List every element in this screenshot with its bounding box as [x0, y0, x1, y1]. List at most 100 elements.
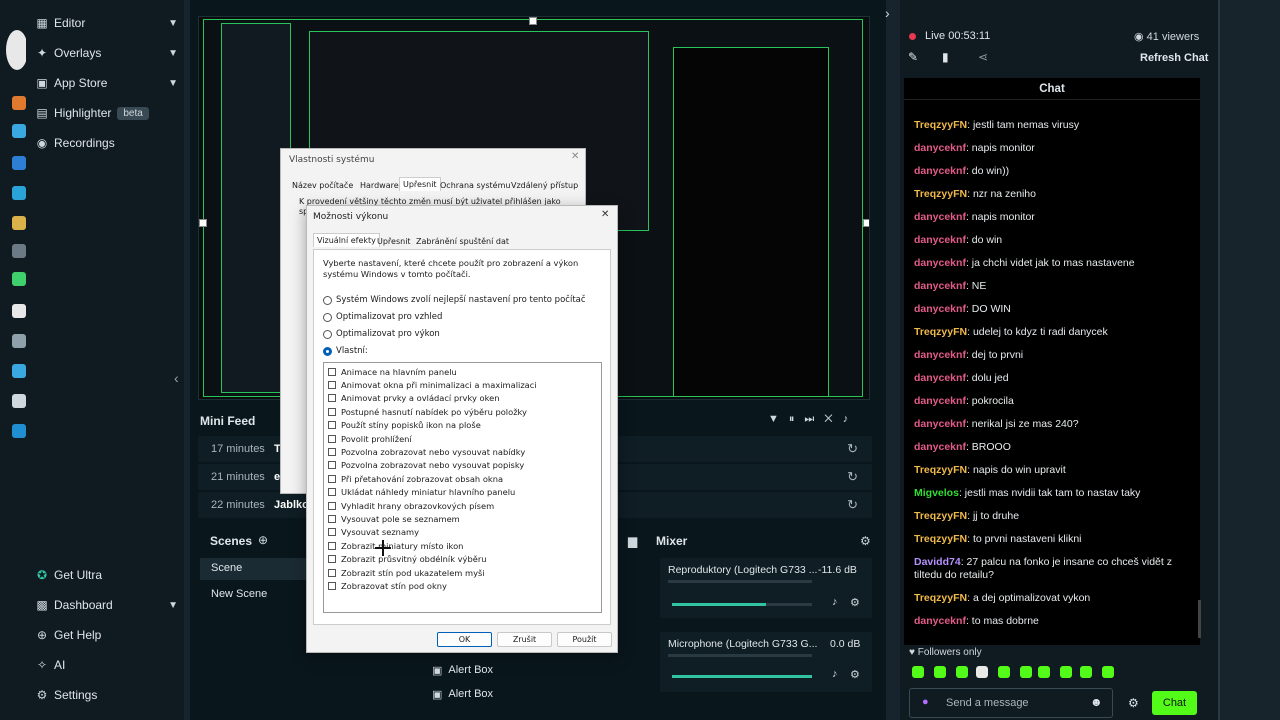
mute-icon[interactable]: ♪: [832, 668, 838, 680]
sidebar-item-overlays[interactable]: ✦ Overlays ▼: [34, 42, 178, 64]
circle-icon[interactable]: [12, 304, 26, 318]
bluetooth-icon[interactable]: [12, 156, 26, 170]
sidebar-item-get-ultra[interactable]: ✪ Get Ultra: [34, 564, 178, 586]
effect-checkbox[interactable]: Animace na hlavním panelu: [324, 365, 601, 378]
radio-button-selected[interactable]: [323, 346, 332, 356]
resize-handle[interactable]: [863, 219, 869, 227]
effect-checkbox[interactable]: Animovat okna při minimalizaci a maximal…: [324, 378, 601, 391]
sidebar-item-ai[interactable]: ✧ AI: [34, 654, 178, 676]
chat-username[interactable]: danyceknf: [914, 142, 966, 154]
star-icon[interactable]: [12, 364, 26, 378]
effect-checkbox[interactable]: Vyhladit hrany obrazovkových písem: [324, 499, 601, 512]
chat-settings-icon[interactable]: ⚙: [1128, 696, 1139, 710]
shield-icon[interactable]: [12, 394, 26, 408]
leaf-icon[interactable]: [12, 272, 26, 286]
emote-icon[interactable]: [1102, 666, 1114, 678]
sidebar-item-recordings[interactable]: ◉ Recordings: [34, 132, 178, 154]
sidebar-item-get-help[interactable]: ⊕ Get Help: [34, 624, 178, 646]
tab-remote[interactable]: Vzdálený přístup: [508, 179, 581, 192]
resize-handle[interactable]: [199, 219, 207, 227]
clipboard-icon[interactable]: ▮: [942, 50, 949, 64]
checkbox[interactable]: [328, 581, 336, 590]
chat-username[interactable]: danyceknf: [914, 280, 966, 292]
emote-icon[interactable]: [1080, 666, 1092, 678]
replay-icon[interactable]: ↻: [847, 497, 858, 513]
filter-icon[interactable]: ▼: [768, 413, 789, 425]
home-icon[interactable]: [12, 96, 26, 110]
avatar[interactable]: [6, 30, 28, 70]
checkbox[interactable]: [328, 541, 336, 550]
chat-username[interactable]: TreqzyyFN: [914, 188, 967, 200]
tab-dep[interactable]: Zabránění spuštění dat: [413, 235, 512, 248]
mute-alerts-icon[interactable]: ✕: [824, 413, 842, 425]
sidebar-item-app-store[interactable]: ▣ App Store ▼: [34, 72, 178, 94]
source-item[interactable]: ▣ Alert Box: [432, 684, 632, 704]
edit-icon[interactable]: ✎: [908, 50, 918, 64]
cancel-button[interactable]: Zrušit: [497, 632, 552, 647]
chat-username[interactable]: TreqzyyFN: [914, 119, 967, 131]
close-icon[interactable]: ✕: [601, 209, 609, 220]
chat-username[interactable]: danyceknf: [914, 418, 966, 430]
sidebar-item-dashboard[interactable]: ▩ Dashboard ▼: [34, 594, 178, 616]
checkbox[interactable]: [328, 407, 336, 416]
expand-right-icon[interactable]: ›: [885, 5, 890, 21]
checkbox[interactable]: [328, 461, 336, 470]
checkbox[interactable]: [328, 568, 336, 577]
emote-icon[interactable]: [1038, 666, 1050, 678]
send-icon[interactable]: [12, 186, 26, 200]
checkbox[interactable]: [328, 434, 336, 443]
replay-icon[interactable]: ↻: [847, 469, 858, 485]
emote-icon[interactable]: [1060, 666, 1072, 678]
checkbox[interactable]: [328, 394, 336, 403]
radio-custom[interactable]: Vlastní:: [323, 346, 368, 356]
source-item[interactable]: ▣ Alert Box: [432, 660, 632, 680]
grid-icon[interactable]: [12, 244, 26, 258]
tab-advanced[interactable]: Upřesnit: [399, 177, 441, 191]
effect-checkbox[interactable]: Použít stíny popisků ikon na ploše: [324, 419, 601, 432]
chat-username[interactable]: danyceknf: [914, 372, 966, 384]
dots-icon[interactable]: [12, 334, 26, 348]
radio-button[interactable]: [323, 329, 332, 339]
effect-checkbox[interactable]: Zobrazovat stín pod okny: [324, 579, 601, 592]
tab-hardware[interactable]: Hardware: [357, 179, 402, 192]
chat-username[interactable]: TreqzyyFN: [914, 326, 967, 338]
effect-checkbox[interactable]: Zobrazit průsvitný obdélník výběru: [324, 552, 601, 565]
effect-checkbox[interactable]: Vysouvat pole se seznamem: [324, 512, 601, 525]
chat-input[interactable]: ● Send a message ☻: [909, 688, 1113, 718]
chat-username[interactable]: danyceknf: [914, 165, 966, 177]
channel-gear-icon[interactable]: ⚙: [850, 668, 860, 681]
checkbox[interactable]: [328, 421, 336, 430]
chat-username[interactable]: danyceknf: [914, 441, 966, 453]
radio-windows-choose[interactable]: Systém Windows zvolí nejlepší nastavení …: [323, 295, 586, 305]
effect-checkbox[interactable]: Zobrazit miniatury místo ikon: [324, 539, 601, 552]
volume-slider[interactable]: [672, 675, 812, 678]
effect-checkbox[interactable]: Pozvolna zobrazovat nebo vysouvat nabídk…: [324, 445, 601, 458]
apply-button[interactable]: Použít: [557, 632, 612, 647]
folder-icon[interactable]: ▆: [628, 534, 637, 548]
effect-checkbox[interactable]: Zobrazit stín pod ukazatelem myši: [324, 566, 601, 579]
checkbox[interactable]: [328, 514, 336, 523]
volume-slider[interactable]: [672, 603, 812, 606]
chat-username[interactable]: Migvelos: [914, 487, 959, 499]
effect-checkbox[interactable]: Vysouvat seznamy: [324, 526, 601, 539]
resize-handle[interactable]: [529, 17, 537, 25]
collapse-left-icon[interactable]: ‹: [174, 370, 179, 386]
tab-computer-name[interactable]: Název počítače: [289, 179, 356, 192]
tab-system-protection[interactable]: Ochrana systému: [437, 179, 513, 192]
chat-send-button[interactable]: Chat: [1152, 691, 1197, 715]
checkbox[interactable]: [328, 528, 336, 537]
chat-username[interactable]: TreqzyyFN: [914, 533, 967, 545]
emote-icon[interactable]: [956, 666, 968, 678]
ok-button[interactable]: OK: [437, 632, 492, 647]
emoji-icon[interactable]: ☻: [1090, 695, 1103, 709]
effect-checkbox[interactable]: Postupné hasnutí nabídek po výběru polož…: [324, 405, 601, 418]
checkbox[interactable]: [328, 448, 336, 457]
pen-icon[interactable]: [12, 216, 26, 230]
checkbox[interactable]: [328, 474, 336, 483]
chat-username[interactable]: TreqzyyFN: [914, 510, 967, 522]
sidebar-item-settings[interactable]: ⚙ Settings: [34, 684, 178, 706]
chat-username[interactable]: danyceknf: [914, 211, 966, 223]
chat-username[interactable]: danyceknf: [914, 615, 966, 627]
chat-scrollbar[interactable]: [1198, 600, 1201, 638]
effect-checkbox[interactable]: Animovat prvky a ovládací prvky oken: [324, 392, 601, 405]
